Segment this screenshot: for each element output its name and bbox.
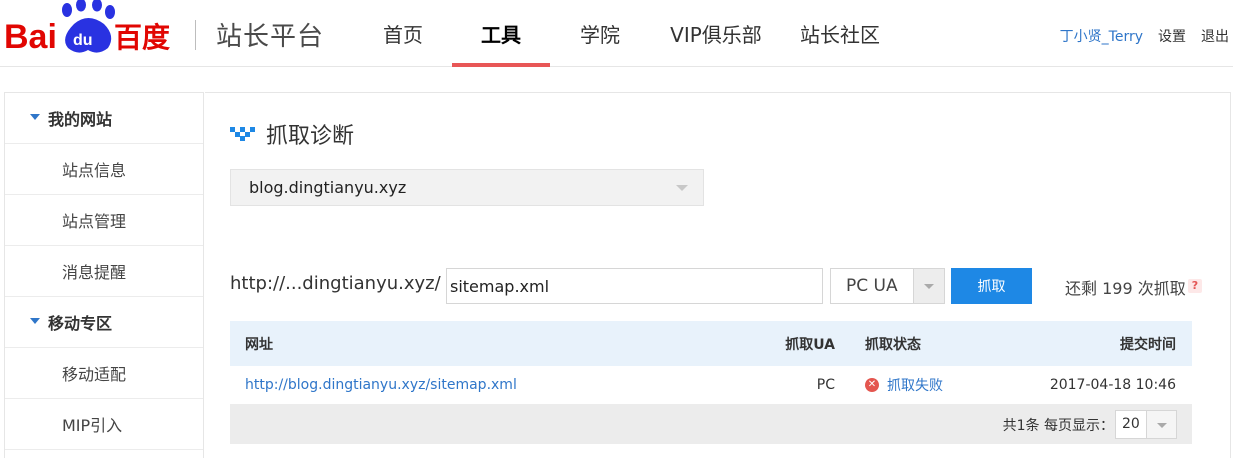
svg-text:du: du (73, 32, 93, 49)
col-header-ua: 抓取UA (785, 336, 835, 353)
caret-down-icon (30, 114, 40, 120)
svg-text:Bai: Bai (4, 18, 57, 56)
page-title: 抓取诊断 (266, 124, 355, 149)
url-path-input[interactable] (446, 268, 823, 304)
settings-link[interactable]: 设置 (1158, 26, 1186, 46)
page-title-wrap: 抓取诊断 (230, 118, 354, 150)
user-name-link[interactable]: 丁小贤_Terry (1060, 26, 1143, 46)
chevron-down-icon (676, 185, 688, 191)
fetch-results-table: 网址 抓取UA 抓取状态 提交时间 http://blog.dingtianyu… (230, 321, 1192, 444)
nav-community[interactable]: 站长社区 (790, 0, 890, 67)
table-header: 网址 抓取UA 抓取状态 提交时间 (230, 321, 1192, 366)
row-url-link[interactable]: http://blog.dingtianyu.xyz/sitemap.xml (245, 377, 517, 393)
row-time: 2017-04-18 10:46 (1049, 377, 1176, 393)
main-panel: 抓取诊断 blog.dingtianyu.xyz http://...dingt… (205, 92, 1231, 458)
page-size-select[interactable]: 20 (1115, 410, 1177, 439)
site-select-value: blog.dingtianyu.xyz (249, 178, 407, 197)
row-status-text: 抓取失败 (887, 378, 943, 394)
ua-select-value: PC UA (846, 276, 898, 296)
nav-academy[interactable]: 学院 (550, 0, 650, 67)
checkerboard-title-icon (230, 127, 255, 141)
baidu-logo[interactable]: Bai du 百度 (4, 0, 176, 60)
col-header-status: 抓取状态 (865, 336, 921, 353)
chevron-down-icon (1146, 411, 1176, 438)
nav-vip-club[interactable]: VIP俱乐部 (650, 0, 782, 67)
sidebar-item-mobile-adapt[interactable]: 移动适配 (5, 348, 203, 399)
chevron-down-icon (913, 269, 944, 303)
sidebar: 我的网站 站点信息 站点管理 消息提醒 移动专区 移动适配 MIP引入 (4, 92, 204, 458)
sidebar-group-label: 我的网站 (48, 110, 113, 129)
svg-text:百度: 百度 (114, 21, 170, 54)
error-x-icon: ✕ (865, 378, 879, 392)
user-area: 丁小贤_Terry 设置 退出 (1060, 26, 1229, 46)
sidebar-item-site-management[interactable]: 站点管理 (5, 195, 203, 246)
url-prefix-label: http://...dingtianyu.xyz/ (230, 273, 441, 294)
top-header: Bai du 百度 站长平台 首页 工具 学院 VIP俱乐部 站长社区 丁小贤_… (0, 0, 1233, 67)
col-header-url: 网址 (245, 336, 273, 353)
ua-select[interactable]: PC UA (830, 268, 945, 304)
sidebar-group-mobile[interactable]: 移动专区 (5, 297, 203, 348)
sidebar-item-message-alerts[interactable]: 消息提醒 (5, 246, 203, 297)
fetch-button[interactable]: 抓取 (951, 268, 1032, 304)
row-ua: PC (816, 377, 835, 393)
main-nav: 首页 工具 学院 VIP俱乐部 站长社区 (357, 0, 890, 67)
remaining-fetch-count: 还剩 199 次抓取 (1065, 279, 1186, 298)
logo-divider (195, 20, 196, 50)
nav-home[interactable]: 首页 (357, 0, 449, 67)
help-icon[interactable]: ? (1188, 279, 1202, 293)
sidebar-group-my-sites[interactable]: 我的网站 (5, 93, 203, 144)
col-header-time: 提交时间 (1120, 336, 1176, 353)
pager-summary: 共1条 每页显示： (1002, 418, 1114, 434)
sidebar-item-mip[interactable]: MIP引入 (5, 399, 203, 450)
nav-tools[interactable]: 工具 (452, 0, 550, 67)
sidebar-item-site-info[interactable]: 站点信息 (5, 144, 203, 195)
row-status[interactable]: ✕ 抓取失败 (865, 375, 943, 395)
site-select[interactable]: blog.dingtianyu.xyz (230, 169, 704, 206)
table-row: http://blog.dingtianyu.xyz/sitemap.xml P… (230, 366, 1192, 405)
caret-down-icon (30, 318, 40, 324)
sidebar-group-label: 移动专区 (48, 314, 113, 333)
table-footer: 共1条 每页显示： 20 (230, 405, 1192, 444)
page-size-value: 20 (1122, 416, 1140, 432)
logout-link[interactable]: 退出 (1201, 26, 1229, 46)
platform-name: 站长平台 (216, 22, 325, 52)
